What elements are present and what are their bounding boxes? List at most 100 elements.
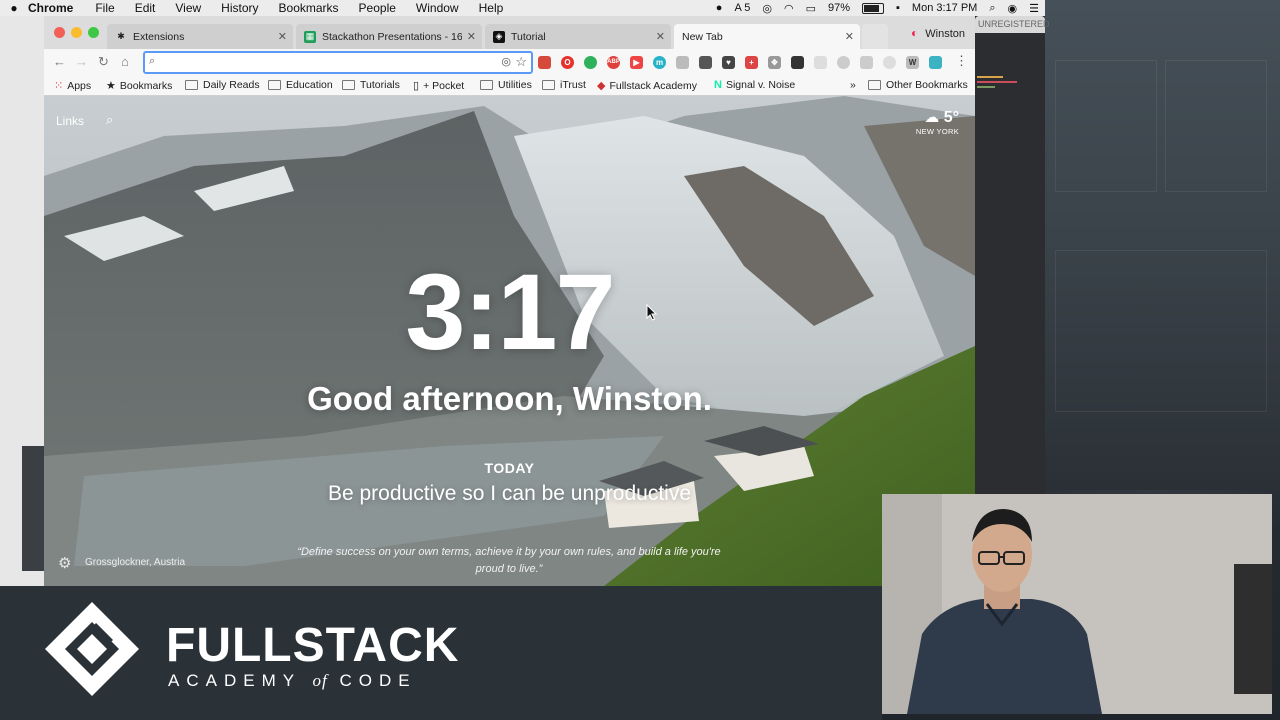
- bookmark-signal-v-noise[interactable]: N Signal v. Noise: [714, 79, 795, 91]
- menu-people[interactable]: People: [359, 1, 396, 15]
- sync-status-icon[interactable]: ◎: [762, 2, 772, 15]
- extension-pen-icon[interactable]: [699, 56, 712, 69]
- apple-menu-icon[interactable]: ●: [0, 1, 28, 15]
- tab-new-tab[interactable]: New Tab ✕: [674, 24, 860, 49]
- siri-icon[interactable]: ◉: [1008, 2, 1018, 15]
- bookmark-utilities[interactable]: Utilities: [480, 79, 532, 91]
- reload-icon[interactable]: ↻: [98, 54, 109, 70]
- settings-gear-icon[interactable]: ⚙: [58, 554, 71, 572]
- tab-label: Tutorial: [511, 30, 546, 43]
- close-tab-icon[interactable]: ✕: [845, 30, 854, 43]
- menu-edit[interactable]: Edit: [135, 1, 156, 15]
- fullstack-subtitle: ACADEMY of CODE: [168, 671, 417, 691]
- menu-app-name[interactable]: Chrome: [28, 1, 73, 15]
- folder-icon: [185, 80, 198, 90]
- extension-circle-icon[interactable]: [837, 56, 850, 69]
- menu-file[interactable]: File: [95, 1, 114, 15]
- forward-icon[interactable]: →: [75, 54, 88, 69]
- close-tab-icon[interactable]: ✕: [467, 30, 476, 43]
- daily-focus[interactable]: Be productive so I can be unproductive: [44, 482, 975, 506]
- mouse-cursor-icon: [646, 304, 658, 321]
- close-tab-icon[interactable]: ✕: [656, 30, 665, 43]
- zoom-window-button[interactable]: [88, 27, 99, 38]
- folder-icon: [542, 80, 555, 90]
- bookmark-pocket[interactable]: ▯ + Pocket: [413, 79, 464, 93]
- new-tab-page: Links ⌕ ☁ 5° NEW YORK 3:17 Good afternoo…: [44, 96, 975, 586]
- menu-extras: ● A 5 ◎ ◠ ▭ 97% ▪ Mon 3:17 PM ⌕ ◉ ☰: [716, 0, 1045, 16]
- bookmark-label: Education: [286, 79, 333, 91]
- evernote-status-icon[interactable]: ●: [716, 2, 723, 14]
- chrome-menu-icon[interactable]: ⋮: [955, 53, 968, 69]
- minimize-window-button[interactable]: [71, 27, 82, 38]
- photo-location[interactable]: Grossglockner, Austria: [85, 557, 185, 568]
- folder-icon: [268, 80, 281, 90]
- bookmark-bookmarks[interactable]: ★ Bookmarks: [106, 79, 172, 93]
- back-icon[interactable]: ←: [53, 54, 66, 69]
- address-bar[interactable]: ⌕ ◎ ☆: [143, 51, 533, 74]
- bookmark-label: Signal v. Noise: [725, 79, 796, 91]
- tab-stackathon[interactable]: ▦ Stackathon Presentations - 16 ✕: [296, 24, 482, 49]
- bookmark-education[interactable]: Education: [268, 79, 333, 91]
- links-button[interactable]: Links: [56, 114, 84, 128]
- weather-city: NEW YORK: [915, 127, 959, 136]
- bookmark-fullstack[interactable]: ◆ Fullstack Academy: [597, 79, 697, 93]
- close-window-button[interactable]: [54, 27, 65, 38]
- bookmark-tutorials[interactable]: Tutorials: [342, 79, 400, 91]
- extension-adblock-icon[interactable]: ABP: [607, 56, 620, 69]
- wifi-icon[interactable]: ◠: [784, 2, 794, 15]
- location-icon[interactable]: ◎: [501, 55, 511, 68]
- bookmark-star-icon[interactable]: ☆: [515, 54, 527, 70]
- home-icon[interactable]: ⌂: [121, 54, 129, 69]
- close-tab-icon[interactable]: ✕: [278, 30, 287, 43]
- today-label: TODAY: [484, 460, 535, 476]
- extension-tab-icon[interactable]: [814, 56, 827, 69]
- airplay-icon[interactable]: ▭: [806, 2, 816, 15]
- extension-grid-icon[interactable]: [860, 56, 873, 69]
- battery-percent[interactable]: 97%: [828, 2, 850, 14]
- extension-leaf-icon[interactable]: [929, 56, 942, 69]
- menubar-clock[interactable]: Mon 3:17 PM: [912, 2, 977, 14]
- tab-extensions[interactable]: ✱ Extensions ✕: [107, 24, 293, 49]
- bookmark-other[interactable]: Other Bookmarks: [868, 79, 968, 91]
- new-tab-button[interactable]: [862, 24, 888, 49]
- profile-button[interactable]: ◐ Winston: [911, 26, 965, 40]
- bookmark-itrust[interactable]: iTrust: [542, 79, 586, 91]
- bookmarks-bar: ⁙ Apps ★ Bookmarks Daily Reads Education T…: [44, 76, 975, 96]
- menu-help[interactable]: Help: [479, 1, 504, 15]
- extension-opera-icon[interactable]: O: [561, 56, 574, 69]
- battery-icon[interactable]: [862, 2, 885, 14]
- address-input[interactable]: [145, 53, 495, 72]
- editor-tab-unregistered: UNREGISTERED: [975, 16, 1050, 33]
- menu-window[interactable]: Window: [416, 1, 459, 15]
- extension-evernote-icon[interactable]: [584, 56, 597, 69]
- bookmark-apps[interactable]: ⁙ Apps: [54, 79, 91, 93]
- tab-tutorial[interactable]: ◈ Tutorial ✕: [485, 24, 671, 49]
- menu-history[interactable]: History: [221, 1, 258, 15]
- extension-clipper-icon[interactable]: +: [745, 56, 758, 69]
- bookmark-daily-reads[interactable]: Daily Reads: [185, 79, 260, 91]
- flag-icon[interactable]: ▪: [896, 2, 900, 14]
- menu-bookmarks[interactable]: Bookmarks: [279, 1, 339, 15]
- extension-ring-icon[interactable]: [883, 56, 896, 69]
- bookmarks-overflow-chevron[interactable]: »: [850, 79, 856, 91]
- background-window-left: [0, 16, 44, 586]
- folder-icon: [868, 80, 881, 90]
- puzzle-icon: ✱: [117, 31, 125, 41]
- extension-pocket-icon[interactable]: ♥: [722, 56, 735, 69]
- extension-move-icon[interactable]: ✥: [768, 56, 781, 69]
- codepen-icon: ◈: [493, 30, 505, 43]
- extension-print-icon[interactable]: [676, 56, 689, 69]
- spotlight-icon[interactable]: ⌕: [989, 2, 995, 15]
- notification-center-icon[interactable]: ☰: [1029, 2, 1039, 15]
- search-icon[interactable]: ⌕: [106, 112, 113, 128]
- extension-elephant-icon[interactable]: [791, 56, 804, 69]
- extension-video-icon[interactable]: ▶: [630, 56, 643, 69]
- extension-bookmark-icon[interactable]: [538, 56, 551, 69]
- extension-w-icon[interactable]: W: [906, 56, 919, 69]
- weather-widget[interactable]: ☁ 5° NEW YORK: [916, 108, 959, 136]
- tab-label: Stackathon Presentations - 16: [322, 30, 462, 43]
- adobe-status-icon[interactable]: A 5: [734, 2, 750, 14]
- extension-m-icon[interactable]: m: [653, 56, 666, 69]
- menu-view[interactable]: View: [175, 1, 201, 15]
- fullstack-icon: ◆: [597, 80, 606, 92]
